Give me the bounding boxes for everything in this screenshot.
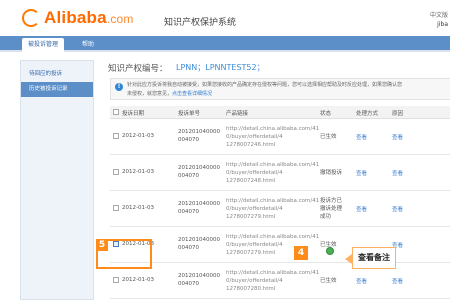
row-link-line3[interactable]: 1278007280.html (226, 285, 275, 293)
row-link-line2[interactable]: 0/buyer/offerdetail/4 (226, 169, 283, 177)
user-name[interactable]: jiba (430, 20, 448, 29)
info-icon: ! (115, 83, 123, 91)
alibaba-logo[interactable]: Alibaba.com (44, 8, 134, 28)
row-id-line2: 004070 (178, 137, 199, 143)
sidebar: 待回应的投诉 历史被投诉记录 (20, 60, 94, 300)
row-id-line1: 201201040000 (178, 201, 220, 207)
row-reason-link[interactable]: 查看 (392, 205, 403, 213)
row-link-line3[interactable]: 1278007279.html (226, 249, 275, 257)
column-header-reason: 原因 (392, 111, 404, 117)
system-title: 知识产权保护系统 (164, 18, 237, 28)
column-header-status: 状态 (320, 111, 332, 117)
row-status: 撤诉处理 (320, 206, 343, 212)
row-view-link[interactable]: 查看 (356, 169, 367, 177)
table-row: 2012-01-03 201201040000 004070 http://detai… (110, 155, 450, 191)
remark-icon[interactable] (326, 247, 334, 255)
row-id-line1: 201201040000 (178, 237, 220, 243)
table-row: 2012-01-03 201201040000 004070 http://detai… (110, 119, 450, 155)
column-header-date: 投诉日期 (122, 111, 145, 117)
row-id-line2: 004070 (178, 245, 199, 251)
main-nav: 被投诉管理 帮助 (0, 36, 450, 52)
row-view-link[interactable]: 查看 (356, 277, 367, 285)
row-link-line2[interactable]: 0/buyer/offerdetail/4 (226, 133, 283, 141)
page-header: Alibaba.com 知识产权保护系统 中文版 jiba (0, 0, 450, 36)
callout-arrow (345, 254, 352, 264)
row-checkbox[interactable] (113, 133, 119, 139)
row-view-link[interactable]: 查看 (356, 133, 367, 141)
row-date: 2012-01-03 (122, 277, 154, 283)
row-status: 投诉方已 (320, 198, 343, 204)
row-link-line2[interactable]: 0/buyer/offerdetail/4 (226, 205, 283, 213)
row-status: 成功 (320, 214, 332, 220)
row-id-line1: 201201040000 (178, 165, 220, 171)
header-user-area: 中文版 jiba (430, 11, 448, 29)
row-reason-link[interactable]: 查看 (392, 133, 403, 141)
row-checkbox[interactable] (113, 205, 119, 211)
row-reason-link[interactable]: 查看 (392, 277, 403, 285)
language-link[interactable]: 中文版 (430, 11, 448, 20)
row-link-line1[interactable]: http://detail.china.alibaba.com/41 (226, 161, 319, 169)
notice-text-2: 未侵权，就您意见， (127, 91, 173, 97)
column-header-id: 投诉单号 (178, 111, 201, 117)
table-row: 2012-01-03 201201040000 004070 http://detai… (110, 227, 450, 263)
row-date: 2012-01-03 (122, 205, 154, 211)
complaint-table: 投诉日期 投诉单号 产品链接 状态 处理方式 原因 2012-01-03 2012… (110, 106, 450, 299)
row-link-line2[interactable]: 0/buyer/offerdetail/4 (226, 277, 283, 285)
row-id-line1: 201201040000 (178, 129, 220, 135)
table-header: 投诉日期 投诉单号 产品链接 状态 处理方式 原因 (110, 106, 450, 119)
annotation-number-4: 4 (294, 246, 308, 260)
row-status: 已生效 (320, 134, 337, 140)
sidebar-item-history[interactable]: 历史被投诉记录 (21, 82, 93, 97)
row-link-line1[interactable]: http://detail.china.alibaba.com/41 (226, 233, 319, 241)
row-date: 2012-01-03 (122, 133, 154, 139)
row-link-line1[interactable]: http://detail.china.alibaba.com/41 (226, 125, 319, 133)
row-id-line2: 004070 (178, 173, 199, 179)
row-id-line1: 201201040000 (178, 273, 220, 279)
row-link-line3[interactable]: 1278007246.html (226, 141, 275, 149)
row-status: 已生效 (320, 278, 337, 284)
tab-complaint-management[interactable]: 被投诉管理 (22, 38, 65, 52)
tab-help[interactable]: 帮助 (76, 38, 100, 52)
notice-detail-link[interactable]: 点击查看详细情况 (172, 91, 212, 97)
notice-text-1: 针对此应方投诉将我自动被接受，如果您接收的产品确定存在侵权等问题，您可以选择相应… (127, 82, 403, 88)
table-row: 2012-01-03 201201040000 004070 http://detai… (110, 191, 450, 227)
row-link-line1[interactable]: http://detail.china.alibaba.com/41 (226, 197, 319, 205)
row-view-link[interactable]: 查看 (356, 205, 367, 213)
row-link-line2[interactable]: 0/buyer/offerdetail/4 (226, 241, 283, 249)
row-date: 2012-01-03 (122, 169, 154, 175)
row-status: 撤销投诉 (320, 170, 343, 176)
ip-number-value: LPNN；LPNNTEST52； (176, 63, 265, 72)
column-header-link: 产品链接 (226, 111, 249, 117)
view-note-callout: 查看备注 (352, 247, 396, 269)
alibaba-logo-icon (22, 9, 40, 27)
row-link-line3[interactable]: 1278007248.html (226, 177, 275, 185)
table-row: 2012-01-03 201201040000 004070 http://detai… (110, 263, 450, 299)
notice-box: ! 针对此应方投诉将我自动被接受，如果您接收的产品确定存在侵权等问题，您可以选择… (110, 78, 450, 100)
sidebar-item-pending[interactable]: 待回应的投诉 (21, 67, 93, 82)
select-all-checkbox[interactable] (113, 109, 119, 115)
row-id-line2: 004070 (178, 281, 199, 287)
annotation-number-5: 5 (96, 239, 108, 251)
column-header-handling: 处理方式 (356, 111, 379, 117)
ip-number-label: 知识产权编号： (108, 64, 168, 74)
row-reason-link[interactable]: 查看 (392, 169, 403, 177)
row-checkbox[interactable] (113, 169, 119, 175)
row-id-line2: 004070 (178, 209, 199, 215)
row-link-line3[interactable]: 1278007279.html (226, 213, 275, 221)
main-content: 知识产权编号： LPNN；LPNNTEST52； ! 针对此应方投诉将我自动被接… (96, 56, 450, 300)
row-checkbox[interactable] (113, 277, 119, 283)
row-link-line1[interactable]: http://detail.china.alibaba.com/41 (226, 269, 319, 277)
